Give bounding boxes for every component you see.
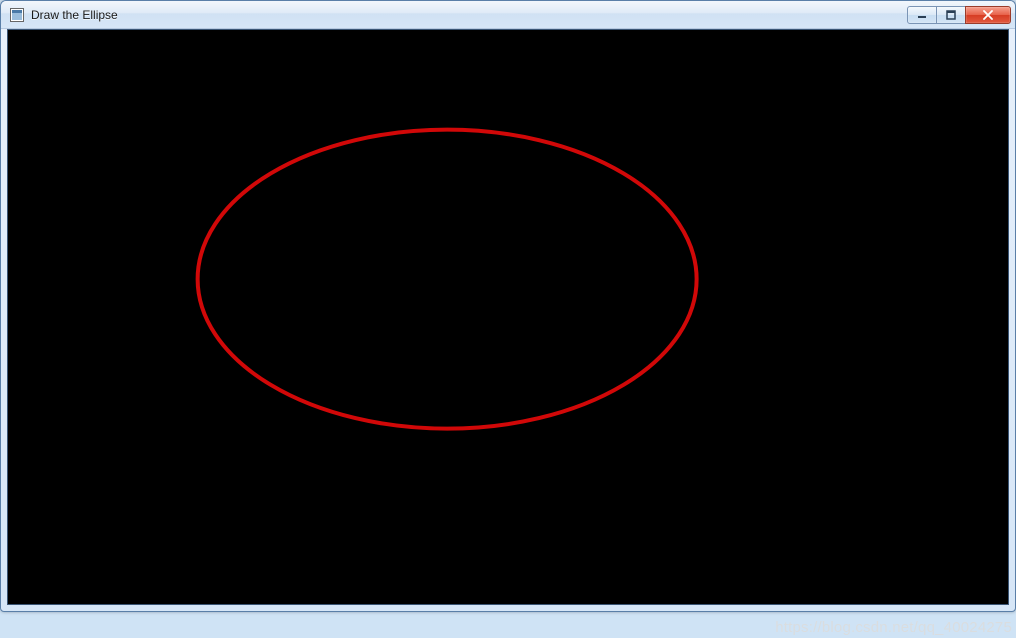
minimize-button[interactable] — [907, 6, 937, 24]
application-window: Draw the Ellipse — [0, 0, 1016, 612]
minimize-icon — [917, 10, 927, 20]
maximize-button[interactable] — [936, 6, 966, 24]
window-controls — [907, 6, 1011, 24]
window-title: Draw the Ellipse — [31, 8, 907, 22]
titlebar[interactable]: Draw the Ellipse — [1, 1, 1015, 29]
maximize-icon — [946, 10, 956, 20]
close-button[interactable] — [965, 6, 1011, 24]
red-ellipse — [198, 130, 697, 429]
watermark-text: https://blog.csdn.net/qq_40024275 — [775, 619, 1012, 636]
drawing-canvas — [7, 29, 1009, 605]
ellipse-graphic — [8, 30, 1008, 604]
close-icon — [982, 10, 994, 20]
app-icon — [9, 7, 25, 23]
